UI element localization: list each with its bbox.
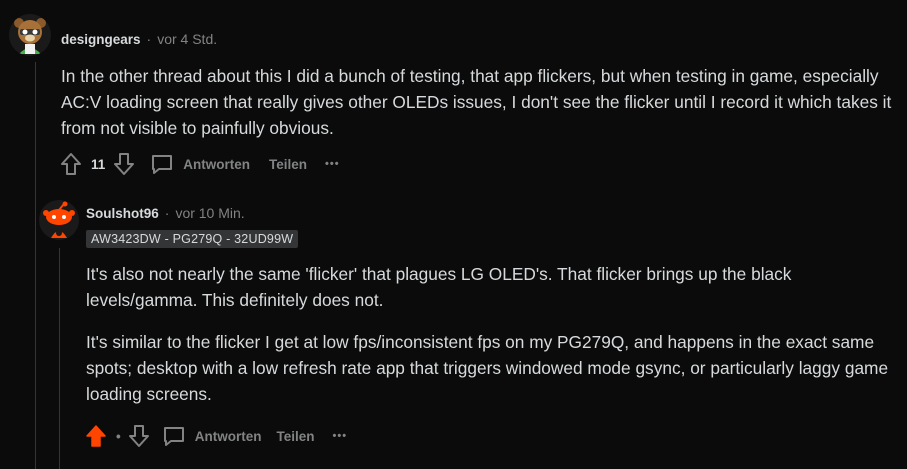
avatar-designgears[interactable] xyxy=(9,14,51,56)
user-flair: AW3423DW - PG279Q - 32UD99W xyxy=(86,230,299,248)
upvote-icon-active[interactable] xyxy=(84,424,108,448)
thread-line-2[interactable] xyxy=(59,248,60,469)
action-bar-1: 11 Antworten Teilen ••• xyxy=(59,150,340,178)
comment-paragraph-2: It's similar to the flicker I get at low… xyxy=(86,332,889,404)
comment-body-1: In the other thread about this I did a b… xyxy=(61,63,896,141)
comment-text: In the other thread about this I did a b… xyxy=(61,66,892,138)
downvote-icon[interactable] xyxy=(112,152,136,176)
comment-meta-2: Soulshot96 · vor 10 Min. xyxy=(86,205,245,221)
reply-button[interactable]: Antworten xyxy=(183,157,250,172)
meta-separator: · xyxy=(146,31,152,47)
timestamp[interactable]: vor 10 Min. xyxy=(175,205,244,221)
share-button[interactable]: Teilen xyxy=(276,429,314,444)
downvote-icon[interactable] xyxy=(127,424,151,448)
action-bar-2: • Antworten Teilen ••• xyxy=(84,422,347,450)
timestamp[interactable]: vor 4 Std. xyxy=(157,31,217,47)
bear-avatar-icon xyxy=(9,14,51,56)
comment-meta-1: designgears · vor 4 Std. xyxy=(61,31,217,47)
snoo-avatar-icon xyxy=(39,200,79,240)
reply-button[interactable]: Antworten xyxy=(195,429,262,444)
username[interactable]: designgears xyxy=(61,32,141,47)
comment-paragraph-1: It's also not nearly the same 'flicker' … xyxy=(86,264,792,310)
vote-count: • xyxy=(116,428,121,444)
username[interactable]: Soulshot96 xyxy=(86,206,159,221)
more-options-icon[interactable]: ••• xyxy=(325,158,340,170)
vote-count: 11 xyxy=(91,156,106,172)
thread-line-1[interactable] xyxy=(35,62,36,469)
reply-bubble-icon[interactable] xyxy=(149,152,175,176)
comment-body-2: It's also not nearly the same 'flicker' … xyxy=(86,261,896,407)
upvote-icon[interactable] xyxy=(59,152,83,176)
avatar-soulshot96[interactable] xyxy=(39,200,79,240)
more-options-icon[interactable]: ••• xyxy=(333,430,348,442)
reply-bubble-icon[interactable] xyxy=(161,424,187,448)
meta-separator: · xyxy=(164,205,170,221)
share-button[interactable]: Teilen xyxy=(269,157,307,172)
